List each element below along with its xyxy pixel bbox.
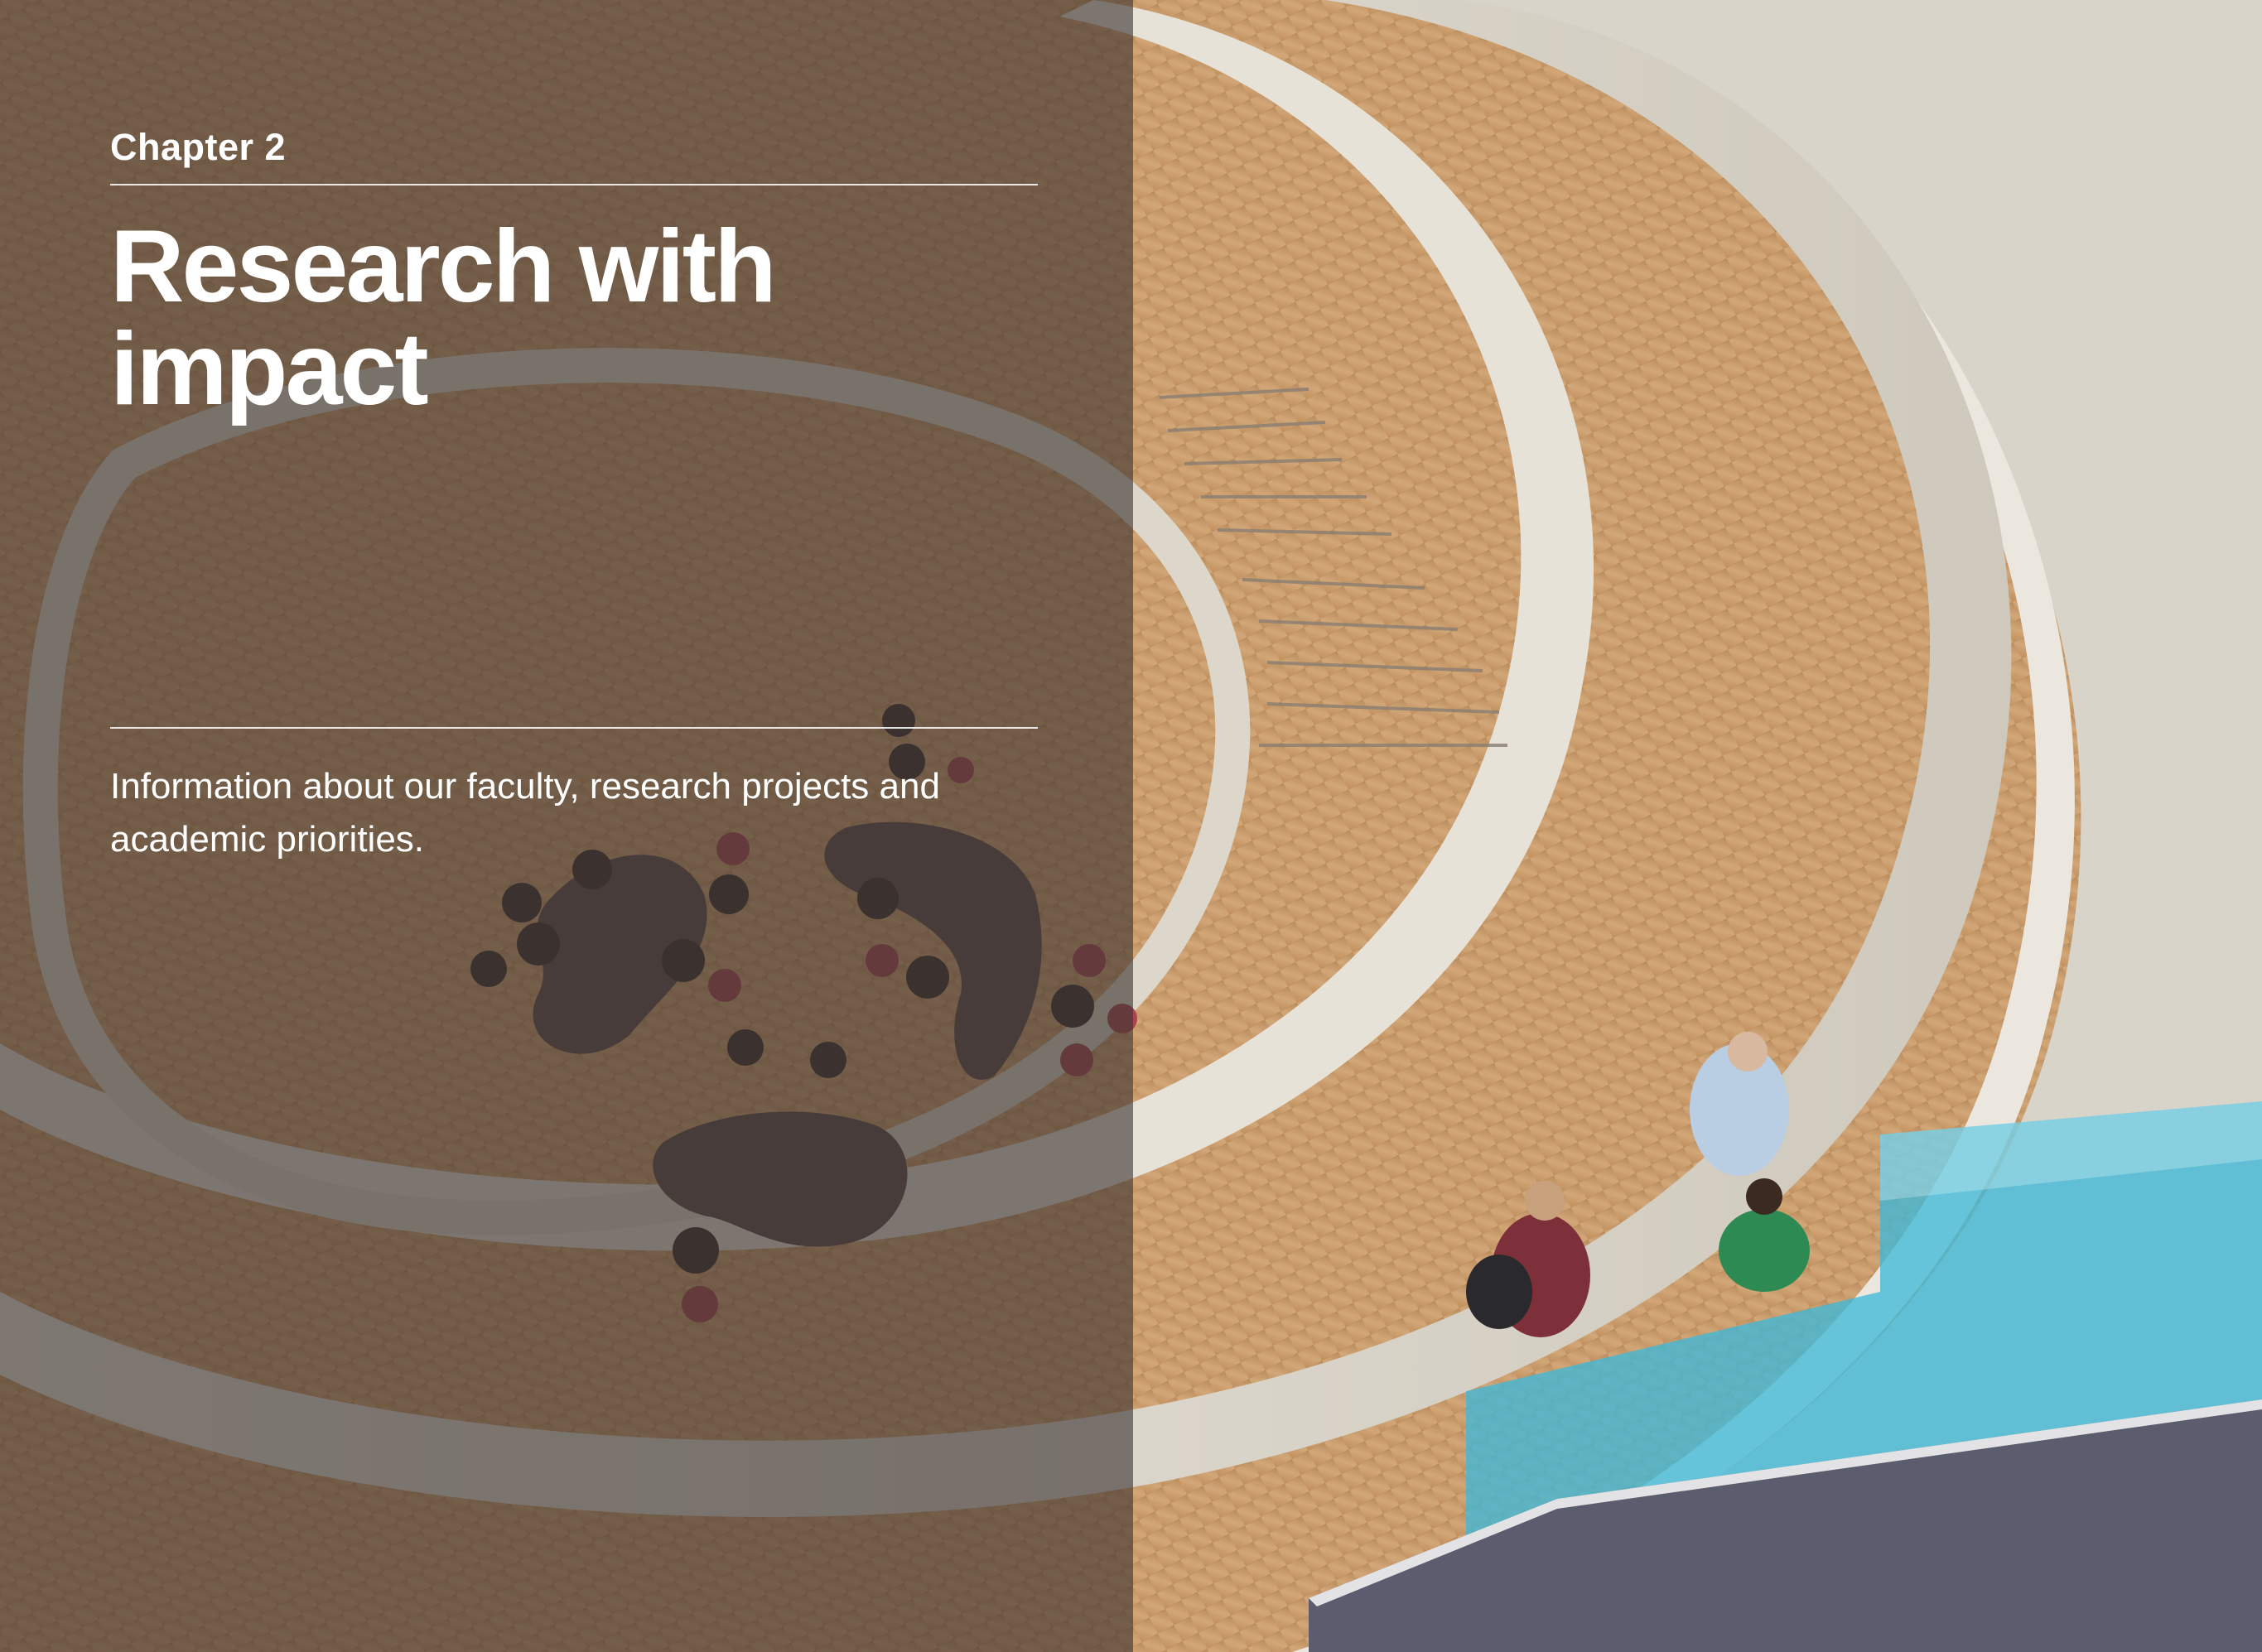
bottom-divider — [110, 727, 1038, 729]
chapter-description: Information about our faculty, research … — [110, 766, 940, 860]
chapter-header: Chapter 2 Research with impact — [110, 123, 1038, 421]
top-divider — [110, 184, 1038, 185]
chapter-label: Chapter 2 — [110, 126, 287, 168]
chapter-cover-page: Chapter 2 Research with impact Informati… — [0, 0, 2262, 1652]
chapter-title: Research with impact — [110, 210, 777, 426]
